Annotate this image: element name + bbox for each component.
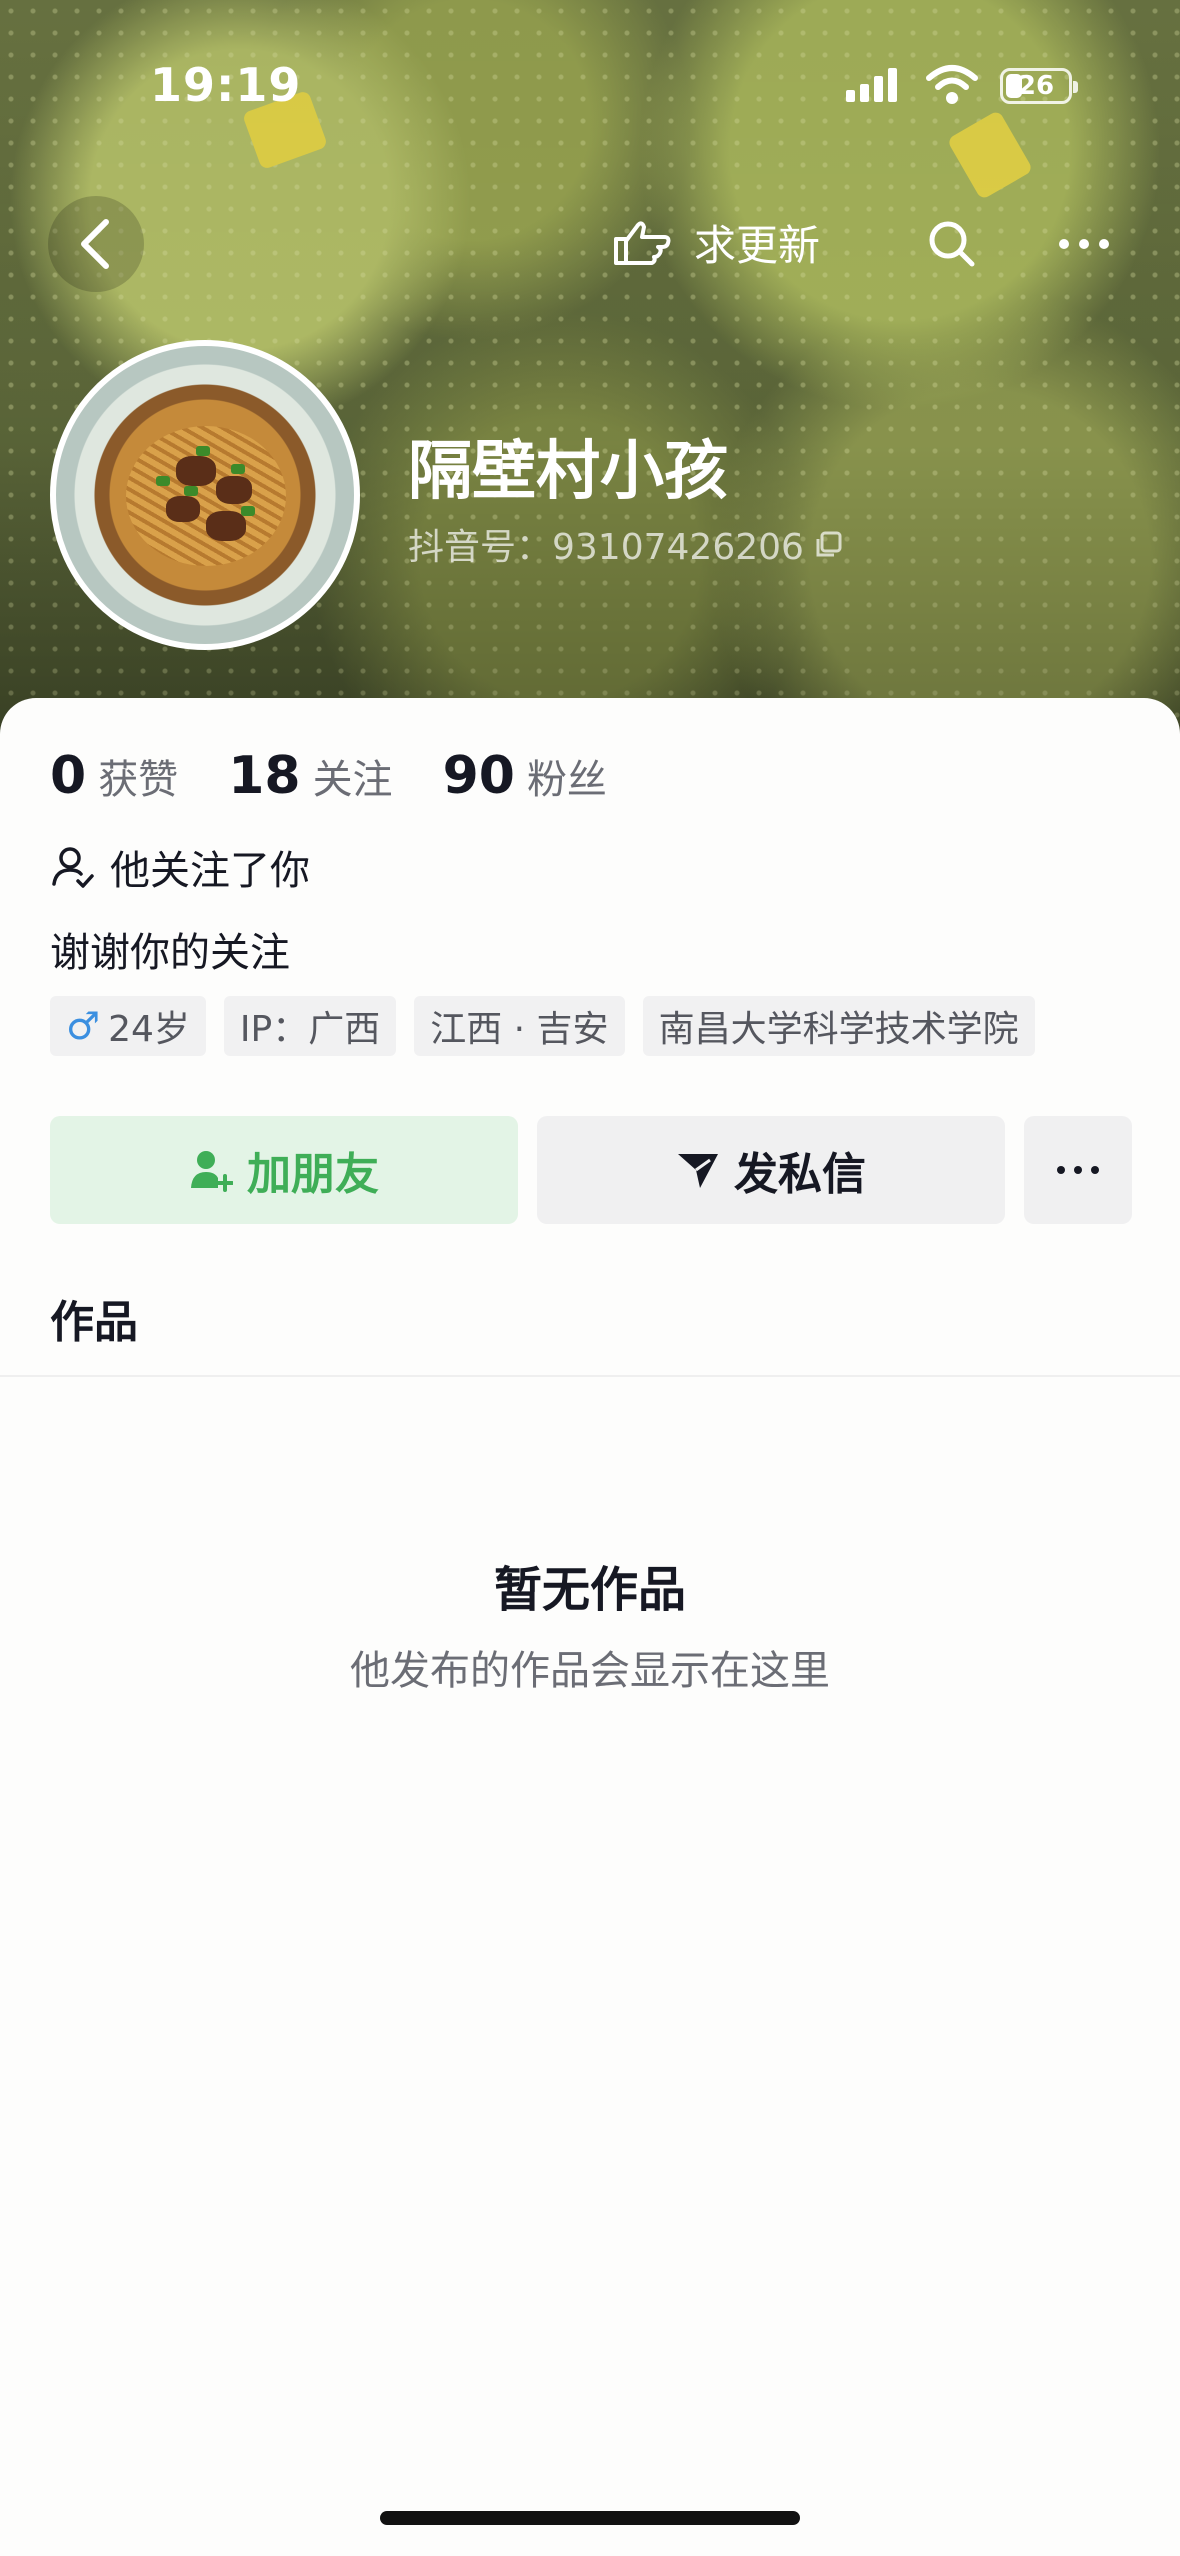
avatar-herb xyxy=(156,476,170,486)
more-horizontal-icon xyxy=(1059,239,1109,249)
avatar-herb xyxy=(231,464,245,474)
stat-number: 90 xyxy=(442,746,515,806)
avatar-beef-piece xyxy=(176,456,216,486)
user-check-icon xyxy=(52,847,94,888)
empty-state-subtitle: 他发布的作品会显示在这里 xyxy=(350,1648,830,1694)
search-icon xyxy=(929,221,975,267)
more-actions-button[interactable] xyxy=(1024,1116,1132,1224)
avatar-beef-piece xyxy=(166,496,200,522)
follows-you-text: 他关注了你 xyxy=(110,848,310,894)
top-nav: 求更新 xyxy=(0,190,1180,300)
cellular-signal-icon xyxy=(846,68,897,102)
bio-text: 谢谢你的关注 xyxy=(50,930,290,976)
stat-label: 粉丝 xyxy=(526,757,607,803)
douyin-id-text: 抖音号：93107426206 xyxy=(408,527,804,568)
stat-followers[interactable]: 90 粉丝 xyxy=(443,746,607,806)
more-options-button[interactable] xyxy=(1052,212,1116,276)
status-bar: 19:19 26 xyxy=(0,0,1180,120)
tag-ip: IP：广西 xyxy=(223,996,397,1056)
douyin-id[interactable]: 抖音号：93107426206 xyxy=(408,518,844,570)
profile-tags: ♂ 24岁 IP：广西 江西 · 吉安 南昌大学科学技术学院 xyxy=(50,996,1035,1056)
stat-likes[interactable]: 0 获赞 xyxy=(50,746,178,806)
chevron-left-icon xyxy=(81,219,109,269)
stats-row: 0 获赞 18 关注 90 粉丝 xyxy=(50,746,607,806)
profile-name: 隔壁村小孩 xyxy=(408,435,728,509)
avatar-beef-piece xyxy=(216,476,252,504)
follows-you-indicator: 他关注了你 xyxy=(50,838,310,896)
stat-label: 获赞 xyxy=(98,757,179,803)
male-icon: ♂ xyxy=(66,1004,101,1048)
tab-divider xyxy=(0,1375,1180,1377)
empty-state-title: 暂无作品 xyxy=(493,1562,686,1618)
back-button[interactable] xyxy=(48,196,144,292)
stat-number: 18 xyxy=(228,746,301,806)
request-update-button[interactable]: 求更新 xyxy=(612,212,820,273)
tab-works[interactable]: 作品 xyxy=(50,1286,138,1350)
stat-number: 0 xyxy=(50,746,87,806)
send-message-label: 发私信 xyxy=(734,1149,866,1200)
request-update-label: 求更新 xyxy=(694,221,821,270)
battery-level: 26 xyxy=(1017,71,1055,101)
status-time: 19:19 xyxy=(150,58,302,112)
profile-sheet: 0 获赞 18 关注 90 粉丝 他关注了你 谢谢你的关注 ♂ 24岁 IP：广… xyxy=(0,698,1180,2556)
wifi-icon xyxy=(925,64,979,110)
tag-gender-age: ♂ 24岁 xyxy=(50,996,206,1056)
tag-school[interactable]: 南昌大学科学技术学院 xyxy=(642,996,1035,1056)
add-friend-label: 加朋友 xyxy=(247,1149,379,1200)
avatar-herb xyxy=(241,506,255,516)
tag-location: 江西 · 吉安 xyxy=(414,996,625,1056)
avatar-beef-piece xyxy=(206,511,246,541)
add-friend-button[interactable]: 加朋友 xyxy=(50,1116,518,1224)
age-text: 24岁 xyxy=(108,1009,190,1050)
more-horizontal-icon xyxy=(1057,1166,1099,1174)
copy-icon[interactable] xyxy=(814,529,844,559)
avatar-herb xyxy=(184,486,198,496)
search-button[interactable] xyxy=(920,212,984,276)
add-user-icon xyxy=(191,1151,233,1192)
yellow-tag-right xyxy=(946,109,1034,201)
pointing-hand-icon xyxy=(614,220,671,265)
avatar-herb xyxy=(196,446,210,456)
paper-plane-icon xyxy=(678,1154,718,1188)
stat-following[interactable]: 18 关注 xyxy=(228,746,392,806)
avatar[interactable] xyxy=(50,340,360,650)
action-buttons: 加朋友 发私信 xyxy=(50,1116,1132,1224)
home-indicator[interactable] xyxy=(380,2511,800,2525)
stat-label: 关注 xyxy=(312,757,393,803)
send-message-button[interactable]: 发私信 xyxy=(537,1116,1005,1224)
battery-icon: 26 xyxy=(1000,68,1078,104)
